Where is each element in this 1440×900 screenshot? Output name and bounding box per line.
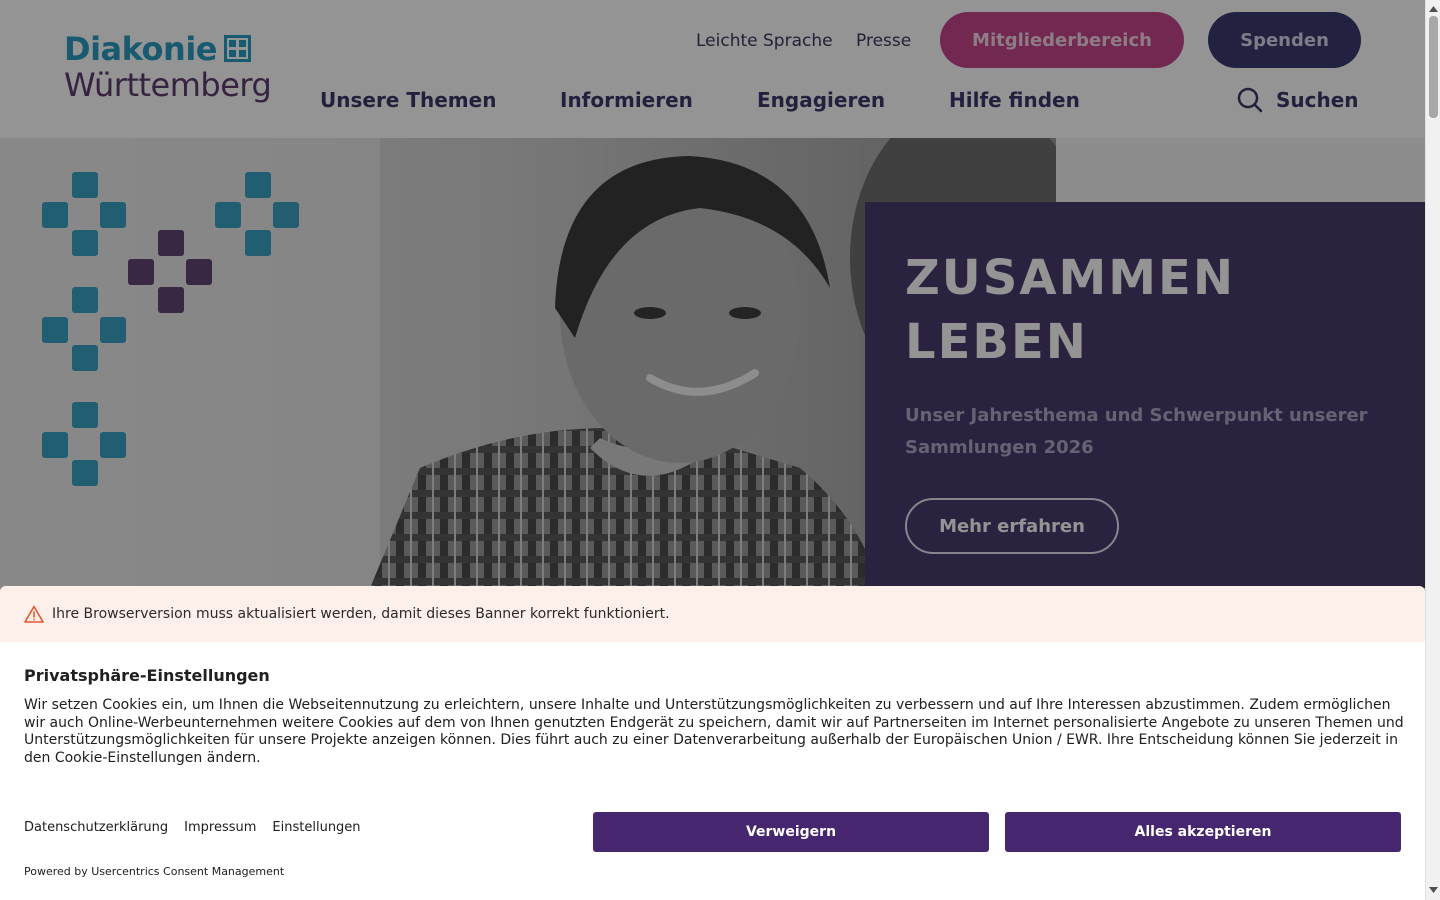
powered-by-text: Powered by Usercentrics Consent Manageme… — [24, 865, 285, 878]
deny-button[interactable]: Verweigern — [593, 812, 989, 852]
consent-title: Privatsphäre-Einstellungen — [24, 666, 270, 685]
browser-warning-text: Ihre Browserversion muss aktualisiert we… — [52, 606, 670, 622]
accept-all-button[interactable]: Alles akzeptieren — [1005, 812, 1401, 852]
scroll-down-arrow-icon[interactable] — [1428, 885, 1439, 895]
privacy-policy-link[interactable]: Datenschutzerklärung — [24, 820, 168, 835]
page-scrollbar[interactable] — [1425, 0, 1440, 900]
scroll-up-arrow-icon[interactable] — [1428, 4, 1439, 14]
consent-description: Wir setzen Cookies ein, um Ihnen die Web… — [24, 697, 1404, 766]
warning-triangle-icon — [24, 605, 44, 623]
imprint-link[interactable]: Impressum — [184, 820, 256, 835]
consent-links: Datenschutzerklärung Impressum Einstellu… — [24, 820, 361, 835]
cookie-consent-banner: Ihre Browserversion muss aktualisiert we… — [0, 586, 1425, 900]
browser-warning-bar: Ihre Browserversion muss aktualisiert we… — [0, 586, 1425, 642]
settings-link[interactable]: Einstellungen — [272, 820, 360, 835]
scrollbar-thumb[interactable] — [1429, 16, 1438, 118]
